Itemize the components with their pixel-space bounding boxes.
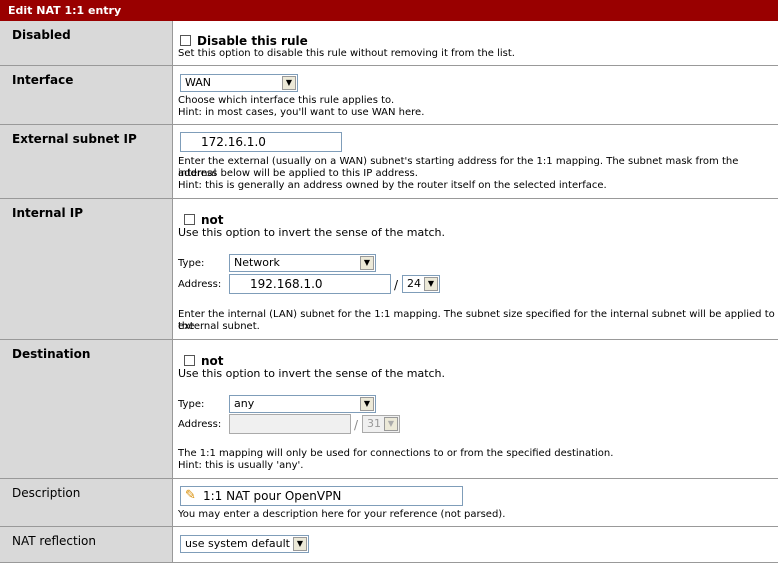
interface-select[interactable]: WAN ▼ <box>180 74 298 92</box>
destination-mask-select[interactable]: 31 ▼ <box>362 415 400 433</box>
dropdown-arrow-icon: ▼ <box>293 537 307 551</box>
dropdown-arrow-icon: ▼ <box>360 256 374 270</box>
internal-mask-select[interactable]: 24 ▼ <box>402 275 440 293</box>
internal-help-1: Enter the internal (LAN) subnet for the … <box>178 309 775 332</box>
dropdown-arrow-icon: ▼ <box>282 76 296 90</box>
internal-not-label: not <box>201 212 224 227</box>
destination-address-label: Address: <box>178 419 222 430</box>
internal-ip-label: Internal IP <box>0 199 173 339</box>
internal-type-select[interactable]: Network ▼ <box>229 254 376 272</box>
nat-edit-form: Edit NAT 1:1 entry Disabled Disable this… <box>0 0 778 565</box>
disable-rule-checkbox-label: Disable this rule <box>197 33 308 48</box>
external-help-3: Hint: this is generally an address owned… <box>178 180 607 191</box>
disabled-help: Set this option to disable this rule wit… <box>178 48 515 59</box>
internal-address-label: Address: <box>178 279 222 290</box>
dropdown-arrow-icon: ▼ <box>424 277 438 291</box>
row-external-subnet: External subnet IP 172.16.1.0 Enter the … <box>0 125 778 199</box>
row-internal-ip: Internal IP not Use this option to inver… <box>0 199 778 340</box>
interface-help-1: Choose which interface this rule applies… <box>178 95 395 106</box>
pencil-icon: ✎ <box>185 488 196 503</box>
row-description: Description ✎ 1:1 NAT pour OpenVPN You m… <box>0 479 778 527</box>
description-input[interactable]: ✎ 1:1 NAT pour OpenVPN <box>180 486 463 506</box>
destination-invert-help: Use this option to invert the sense of t… <box>178 367 446 380</box>
internal-invert-help: Use this option to invert the sense of t… <box>178 226 446 239</box>
internal-mask-value: 24 <box>407 277 421 290</box>
destination-address-input[interactable] <box>229 414 351 434</box>
external-subnet-input[interactable]: 172.16.1.0 <box>180 132 342 152</box>
disabled-label: Disabled <box>0 21 173 65</box>
internal-address-input[interactable]: 192.168.1.0 <box>229 274 391 294</box>
destination-slash: / <box>354 418 359 432</box>
row-interface: Interface WAN ▼ Choose which interface t… <box>0 66 778 125</box>
destination-help-2: Hint: this is usually 'any'. <box>178 460 304 471</box>
destination-type-select[interactable]: any ▼ <box>229 395 376 413</box>
nat-reflection-select[interactable]: use system default ▼ <box>180 535 309 553</box>
row-nat-reflection: NAT reflection use system default ▼ <box>0 527 778 563</box>
destination-label: Destination <box>0 340 173 478</box>
destination-not-label: not <box>201 353 224 368</box>
destination-type-label: Type: <box>178 399 205 410</box>
form-title: Edit NAT 1:1 entry <box>0 0 778 21</box>
destination-mask-value: 31 <box>367 417 381 430</box>
description-help: You may enter a description here for you… <box>178 509 506 520</box>
interface-label: Interface <box>0 66 173 124</box>
disable-rule-checkbox[interactable] <box>180 35 191 46</box>
internal-not-checkbox[interactable] <box>184 214 195 225</box>
row-disabled: Disabled Disable this rule Set this opti… <box>0 21 778 66</box>
dropdown-arrow-icon: ▼ <box>360 397 374 411</box>
external-subnet-label: External subnet IP <box>0 125 173 198</box>
description-label: Description <box>0 479 173 526</box>
internal-type-value: Network <box>234 256 280 269</box>
description-value: 1:1 NAT pour OpenVPN <box>203 489 342 503</box>
dropdown-arrow-icon: ▼ <box>384 417 398 431</box>
external-help-2: address below will be applied to this IP… <box>178 168 418 179</box>
destination-help-1: The 1:1 mapping will only be used for co… <box>178 448 614 459</box>
row-destination: Destination not Use this option to inver… <box>0 340 778 479</box>
nat-reflection-value: use system default <box>185 537 290 550</box>
internal-type-label: Type: <box>178 258 205 269</box>
destination-not-checkbox[interactable] <box>184 355 195 366</box>
interface-help-2: Hint: in most cases, you'll want to use … <box>178 107 425 118</box>
nat-reflection-label: NAT reflection <box>0 527 173 562</box>
interface-select-value: WAN <box>185 76 212 89</box>
internal-help-2: external subnet. <box>178 321 260 332</box>
destination-type-value: any <box>234 397 255 410</box>
internal-slash: / <box>394 278 399 292</box>
